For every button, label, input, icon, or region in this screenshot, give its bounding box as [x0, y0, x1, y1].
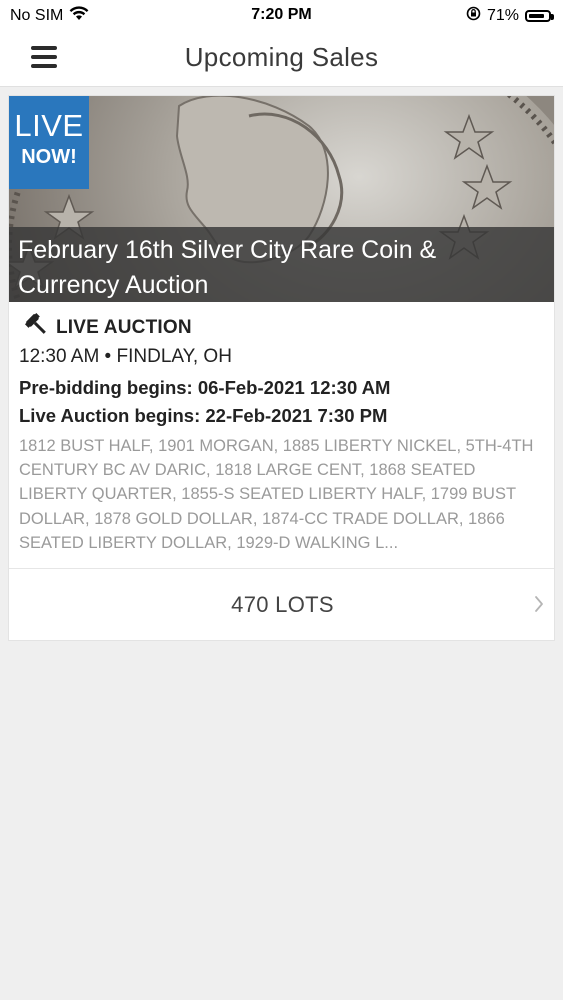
- sale-card[interactable]: LIVE NOW! February 16th Silver City Rare…: [8, 95, 555, 641]
- battery-icon: [525, 10, 554, 22]
- live-now-badge: LIVE NOW!: [9, 96, 89, 189]
- chevron-right-icon: [534, 595, 544, 618]
- badge-line-1: LIVE: [14, 108, 84, 143]
- sale-title[interactable]: February 16th Silver City Rare Coin & Cu…: [18, 233, 538, 302]
- lots-count: 470 LOTS: [231, 592, 334, 617]
- status-right: 71%: [466, 6, 554, 26]
- lot-description: 1812 BUST HALF, 1901 MORGAN, 1885 LIBERT…: [19, 437, 534, 552]
- sale-time-location: 12:30 AM • FINDLAY, OH: [19, 346, 232, 367]
- page-title: Upcoming Sales: [184, 42, 379, 72]
- live-auction-date: Live Auction begins: 22-Feb-2021 7:30 PM: [19, 405, 388, 426]
- lots-button[interactable]: 470 LOTS: [9, 569, 554, 640]
- pre-bidding-date: Pre-bidding begins: 06-Feb-2021 12:30 AM: [19, 377, 391, 398]
- battery-percent: 71%: [486, 7, 519, 24]
- badge-line-2: NOW!: [21, 146, 77, 168]
- status-bar: No SIM 7:20 PM 71%: [0, 0, 563, 30]
- orientation-lock-icon: [466, 6, 481, 26]
- sale-hero-image[interactable]: LIVE NOW! February 16th Silver City Rare…: [9, 96, 554, 302]
- auction-type-label: LIVE AUCTION: [56, 317, 192, 338]
- auction-type: LIVE AUCTION: [24, 312, 192, 343]
- nav-bar: Upcoming Sales: [0, 30, 563, 87]
- gavel-icon: [24, 312, 50, 343]
